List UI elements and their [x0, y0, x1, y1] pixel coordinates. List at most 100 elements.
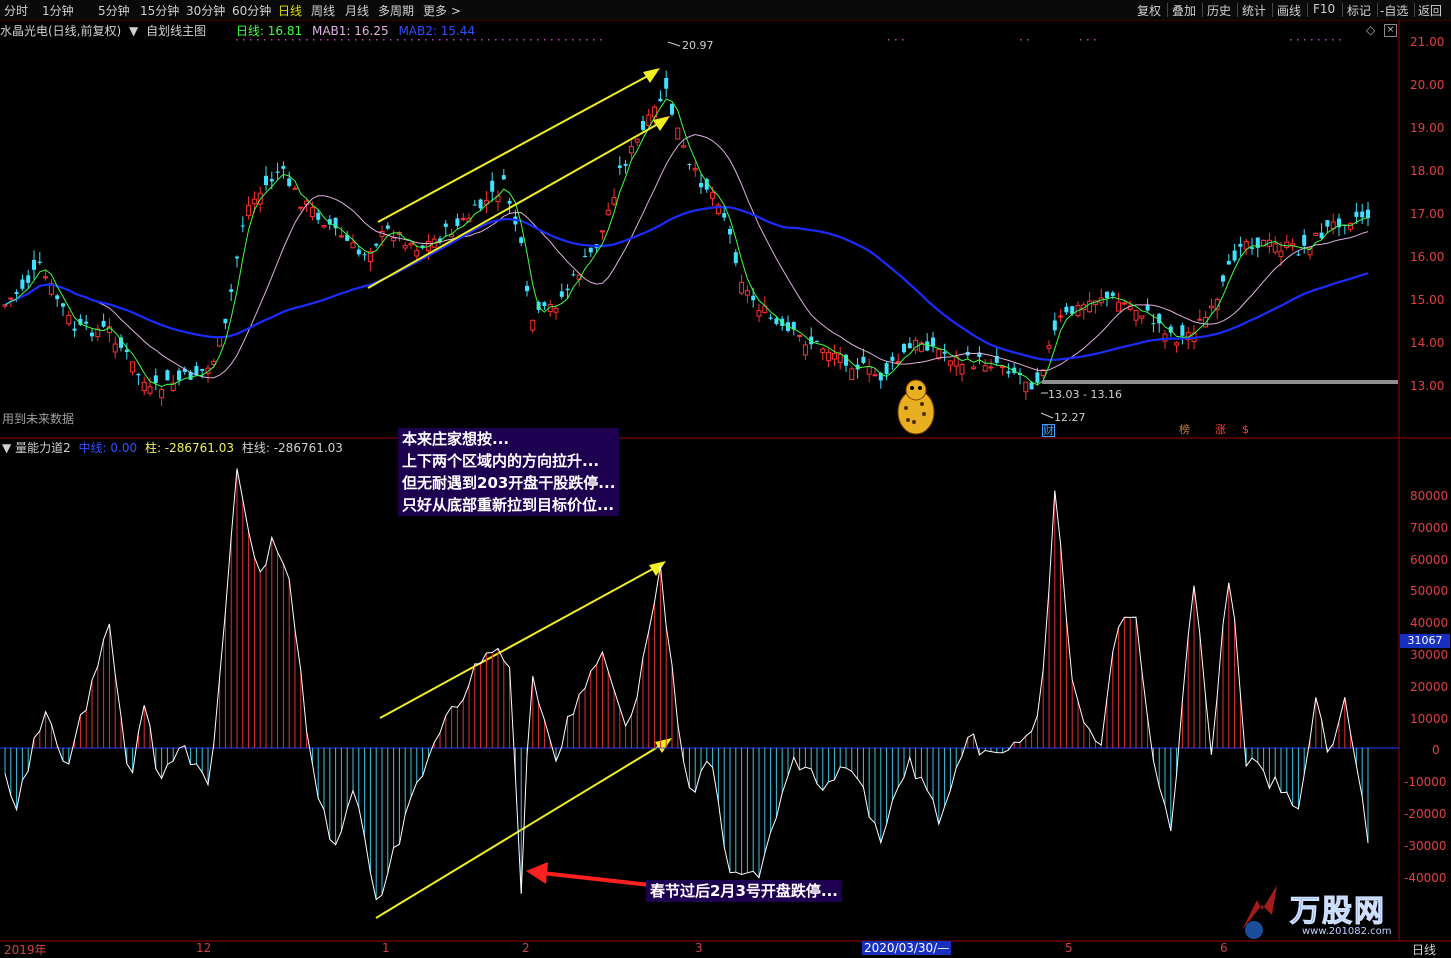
x-cursor-date: 2020/03/30/— [862, 941, 952, 955]
price-tick-label: 13.00 [1410, 379, 1445, 393]
candle-body [797, 334, 803, 337]
signal-dot [593, 39, 595, 41]
signal-dot [460, 39, 462, 41]
candle-body [831, 353, 837, 360]
candle-body [768, 317, 773, 319]
sub-tick-label: 10000 [1410, 711, 1449, 726]
candle-body [756, 310, 762, 317]
candle-body [988, 366, 994, 369]
candle-body [37, 261, 42, 263]
signal-dot [243, 39, 245, 41]
candle-body [229, 289, 234, 292]
annotation-line-1: 本来庄家想按... [398, 428, 620, 450]
candle-body [1151, 323, 1156, 325]
candle-body [14, 292, 19, 294]
candle-body [1296, 254, 1301, 256]
zhu-label: 柱: -286761.03 [144, 441, 235, 455]
signal-dot [1087, 39, 1089, 41]
sub-chart-header: ▼ 量能力道2 中线: 0.00 柱: -286761.03 柱线: -2867… [2, 439, 343, 456]
candle-body [1272, 243, 1278, 253]
candle-body [130, 361, 136, 373]
cai-marker[interactable]: 财 [1042, 424, 1055, 437]
price-tick-label: 18.00 [1410, 164, 1445, 178]
candle-body [559, 291, 564, 297]
candle-body [675, 127, 681, 140]
candle-body [623, 163, 628, 166]
current-value-badge: 31067 [1400, 634, 1450, 648]
signal-dot [1311, 39, 1313, 41]
candle-body [692, 168, 698, 171]
indicator-name[interactable]: 量能力道2 [15, 441, 71, 455]
candle-body [634, 138, 640, 143]
signal-dot [397, 39, 399, 41]
candle-body [826, 351, 832, 362]
candle-body [890, 356, 895, 361]
signal-dot [600, 39, 602, 41]
volume-force-histogram [4, 468, 1369, 900]
price-tick-label: 20.00 [1410, 78, 1445, 92]
signal-dot [551, 39, 553, 41]
candle-body [971, 366, 977, 370]
candle-body [460, 218, 466, 221]
signal-dot [257, 39, 259, 41]
candle-body [837, 353, 843, 364]
candle-body [710, 192, 716, 199]
sub-tick-label: 40000 [1410, 616, 1449, 631]
sub-tick-label: 50000 [1410, 584, 1449, 599]
candle-body [739, 281, 745, 294]
signal-dot [502, 39, 504, 41]
candle-body [251, 198, 257, 205]
x-label-3: 3 [695, 941, 703, 955]
signal-dot [355, 39, 357, 41]
signal-dot [1020, 39, 1022, 41]
signal-dot [888, 39, 890, 41]
candle-body [1145, 305, 1150, 311]
candle-body [959, 363, 965, 375]
leopard-mascot-icon[interactable] [894, 370, 938, 438]
candle-body [501, 175, 506, 180]
s-marker[interactable]: $ [1242, 424, 1249, 435]
candle-body [165, 370, 170, 381]
period-label: 日线 [1412, 943, 1437, 957]
candle-body [338, 235, 344, 238]
candle-body [519, 237, 524, 244]
bottom-annotation: 春节过后2月3号开盘跌停... [646, 880, 842, 902]
candle-body [43, 276, 49, 279]
candle-body [507, 200, 512, 204]
zhang-marker[interactable]: 涨 [1215, 424, 1226, 435]
candle-body [298, 206, 304, 209]
candle-body [687, 164, 692, 166]
candle-body [490, 180, 495, 192]
candle-body [1232, 250, 1237, 261]
candle-body [235, 256, 239, 259]
candle-body [942, 351, 947, 354]
candle-body [350, 242, 356, 249]
candle-body [866, 366, 872, 375]
candle-body [385, 225, 390, 229]
signal-dot [1094, 39, 1096, 41]
signal-dot [495, 39, 497, 41]
signal-dot [432, 39, 434, 41]
x-label-12: 12 [196, 941, 212, 955]
candle-body [588, 247, 593, 253]
signal-dot [362, 39, 364, 41]
signal-dot [425, 39, 427, 41]
signal-dot [895, 39, 897, 41]
candle-body [1087, 300, 1093, 313]
candle-body [414, 250, 420, 257]
candle-body [895, 360, 901, 363]
sub-tick-label: -20000 [1404, 807, 1447, 821]
candle-body [1110, 292, 1115, 296]
candle-body [884, 363, 889, 375]
signal-dot [313, 39, 315, 41]
bang-marker[interactable]: 榜 [1179, 424, 1190, 435]
annotation-line-4: 只好从底部重新拉到目标价位... [398, 494, 620, 516]
candle-body [281, 165, 286, 169]
signal-dot [327, 39, 329, 41]
signal-dot [530, 39, 532, 41]
watermark-logo: 万股网 www.201082.com [1232, 880, 1402, 940]
sub-tick-label: 0 [1432, 743, 1440, 758]
dropdown-icon[interactable]: ▼ [2, 441, 11, 455]
candle-body [90, 332, 94, 337]
price-tick-label: 15.00 [1410, 293, 1445, 307]
